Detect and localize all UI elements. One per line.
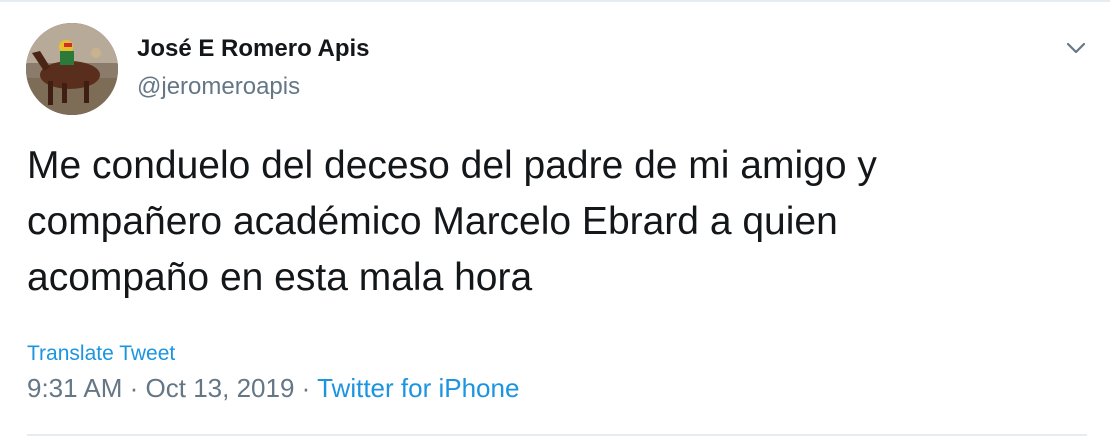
user-handle[interactable]: @jeromeroapis bbox=[137, 73, 300, 101]
tweet-source-link[interactable]: Twitter for iPhone bbox=[317, 373, 519, 403]
tweet-metadata: 9:31 AM · Oct 13, 2019 · Twitter for iPh… bbox=[27, 373, 519, 404]
tweet-date[interactable]: Oct 13, 2019 bbox=[146, 373, 295, 403]
display-name[interactable]: José E Romero Apis bbox=[137, 35, 370, 63]
tweet-card: José E Romero Apis @jeromeroapis Me cond… bbox=[0, 0, 1110, 440]
tweet-text-line: acompaño en esta mala hora bbox=[27, 256, 533, 299]
avatar[interactable] bbox=[26, 23, 118, 115]
translate-tweet-link[interactable]: Translate Tweet bbox=[27, 342, 175, 366]
chevron-down-icon[interactable] bbox=[1062, 34, 1090, 62]
tweet-text-line: compañero académico Marcelo Ebrard a qui… bbox=[27, 200, 838, 243]
tweet-text: Me conduelo del deceso del padre de mi a… bbox=[27, 138, 1087, 306]
meta-separator: · bbox=[301, 373, 311, 403]
tweet-time[interactable]: 9:31 AM bbox=[27, 373, 122, 403]
meta-separator: · bbox=[129, 373, 139, 403]
tweet-text-line: Me conduelo del deceso del padre de mi a… bbox=[27, 144, 877, 187]
bottom-divider bbox=[27, 434, 1087, 436]
top-divider bbox=[0, 0, 1110, 2]
